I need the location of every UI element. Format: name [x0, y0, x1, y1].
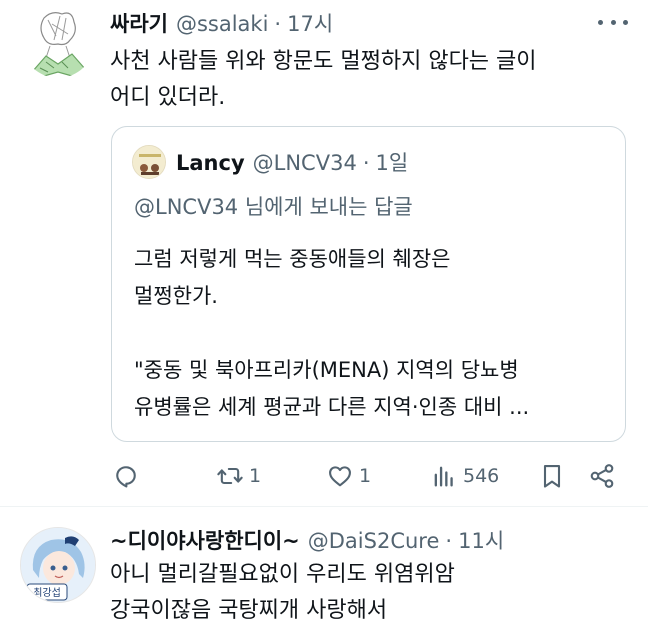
- quoted-display-name: Lancy: [176, 151, 245, 175]
- avatar[interactable]: [22, 6, 94, 78]
- views-icon: [434, 466, 453, 487]
- avatar[interactable]: 최강섭: [20, 527, 96, 603]
- quoted-handle: @LNCV34: [252, 151, 357, 175]
- display-name[interactable]: 싸라기: [110, 8, 168, 38]
- avatar-anime-illustration: 최강섭: [21, 528, 95, 602]
- display-name[interactable]: ~디이야사랑한디이~: [110, 525, 300, 555]
- avatar-label: 최강섭: [33, 587, 61, 599]
- quoted-avatar-illustration: [133, 146, 165, 178]
- reply-button[interactable]: [112, 462, 140, 490]
- action-bar: 1 1 546: [0, 456, 648, 496]
- views-button[interactable]: 546: [430, 462, 499, 490]
- reply-context: @LNCV34 님에게 보내는 답글: [134, 195, 413, 219]
- tweet-text: 사천 사람들 위와 항문도 멀쩡하지 않다는 글이 어디 있더라.: [110, 49, 537, 110]
- share-icon: [590, 464, 614, 488]
- views-count: 546: [463, 465, 500, 487]
- reply-icon: [116, 466, 136, 488]
- bookmark-button[interactable]: [538, 462, 566, 490]
- user-handle[interactable]: @DaiS2Cure: [308, 529, 440, 553]
- like-count: 1: [359, 465, 372, 487]
- tweet-text: 아니 멀리갈필요없이 우리도 위염위암 강국이잖음 국탕찌개 사랑해서: [110, 562, 455, 623]
- quoted-tweet[interactable]: Lancy @LNCV34 · 1일 @LNCV34 님에게 보내는 답글 그럼…: [111, 126, 626, 442]
- retweet-icon: [217, 467, 243, 485]
- bookmark-icon: [543, 465, 561, 488]
- avatar-sketch-illustration: [30, 12, 87, 77]
- quoted-avatar[interactable]: [132, 145, 166, 179]
- timestamp[interactable]: 17시: [287, 8, 333, 38]
- heart-icon: [329, 466, 351, 487]
- timestamp[interactable]: 11시: [458, 525, 504, 555]
- tweet[interactable]: 싸라기 @ssalaki · 17시 사천 사람들 위와 항문도 멀쩡하지 않다…: [0, 0, 648, 506]
- retweet-button[interactable]: 1: [216, 462, 261, 490]
- retweet-count: 1: [249, 465, 262, 487]
- separator-dot: ·: [274, 12, 282, 36]
- user-handle[interactable]: @ssalaki: [176, 12, 268, 36]
- quoted-text: 그럼 저렇게 먹는 중동애들의 췌장은 멀쩡한가. "중동 및 북아프리카(ME…: [134, 247, 530, 419]
- quoted-timestamp: 1일: [375, 151, 409, 175]
- separator-dot: ·: [445, 529, 453, 553]
- more-options-icon[interactable]: [598, 14, 628, 30]
- separator-dot: ·: [362, 151, 370, 175]
- like-button[interactable]: 1: [326, 462, 371, 490]
- share-button[interactable]: [588, 462, 616, 490]
